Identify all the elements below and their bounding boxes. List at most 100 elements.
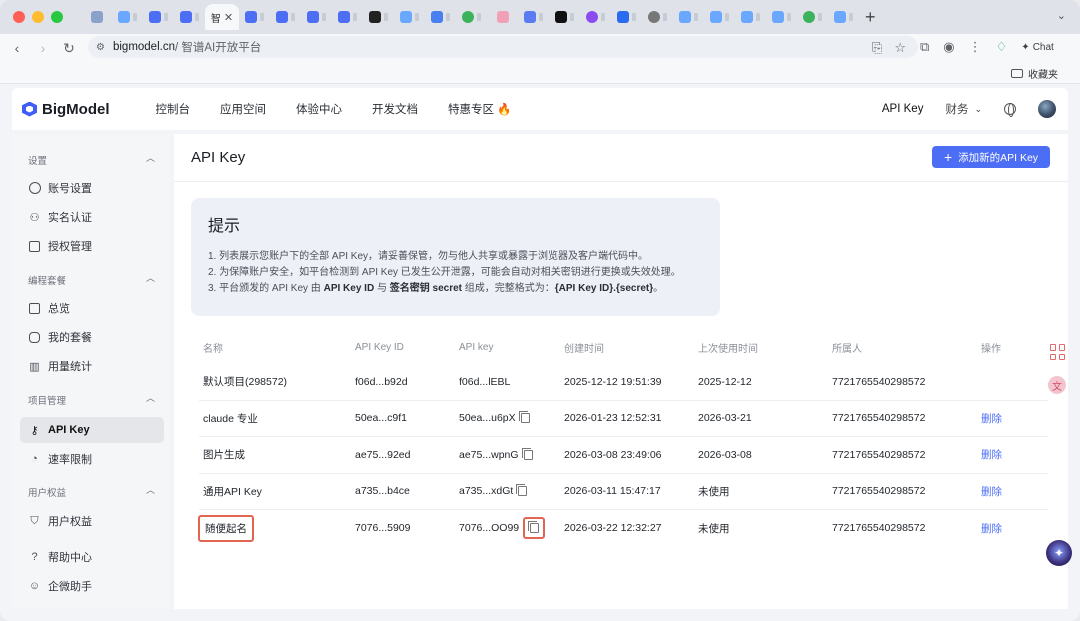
collapse-chevron-icon[interactable]: ︿ [146,151,155,164]
back-arrow-icon[interactable]: ‹ [4,40,30,56]
sidebar-item-benefits[interactable]: ⛉ 用户权益 [20,508,164,534]
sidebar-item-rate-limit[interactable]: ◔ 速率限制 [20,446,164,472]
nav-experience[interactable]: 体验中心 [296,101,342,117]
collapse-chevron-icon[interactable]: ︿ [146,483,155,496]
browser-tab[interactable] [363,4,394,30]
browser-tab[interactable] [487,4,518,30]
forward-arrow-icon[interactable]: › [30,40,56,56]
browser-tab[interactable] [332,4,363,30]
install-app-icon[interactable]: ⎘ [872,40,882,56]
browser-tab[interactable] [828,4,859,30]
close-tab-icon[interactable]: ✕ [224,11,233,24]
nav-docs[interactable]: 开发文档 [372,101,418,117]
sidebar-item-api-key[interactable]: ⚷ API Key [20,417,164,443]
browser-tab[interactable] [518,4,549,30]
reload-icon[interactable]: ↻ [56,40,82,57]
header-api-key-link[interactable]: API Key [882,103,924,115]
browser-tab[interactable] [394,4,425,30]
row-created: 2025-12-12 19:51:39 [564,375,662,388]
browser-tab[interactable] [174,4,205,30]
page-title: API Key [191,149,246,166]
tab-favicon-icon [369,11,381,23]
delete-link[interactable]: 删除 [981,510,1002,547]
delete-link[interactable]: 删除 [981,437,1002,473]
collapse-chevron-icon[interactable]: ︿ [146,271,155,284]
copy-icon[interactable] [521,447,533,460]
address-bar[interactable]: ⚙ bigmodel.cn / 智谱AI开放平台 ⎘ ☆ [88,36,918,58]
sidebar-item-label: 用户权益 [48,516,92,528]
browser-tab[interactable] [797,4,828,30]
column-header-created: 创建时间 [564,343,604,355]
browser-tab[interactable] [704,4,735,30]
row-last-used: 未使用 [698,485,730,498]
chat-button[interactable]: ✦ Chat [1021,42,1054,53]
lightbulb-icon[interactable]: ♢ [996,39,1008,55]
nav-deals[interactable]: 特惠专区 🔥 [448,101,512,117]
browser-tab[interactable] [642,4,673,30]
finance-menu[interactable]: 财务 ⌄ [945,101,982,117]
avatar[interactable] [1038,100,1056,118]
site-info-icon[interactable]: ⚙ [96,42,105,53]
copy-icon[interactable] [518,411,530,424]
new-tab-button[interactable]: + [865,7,876,28]
browser-tab[interactable] [673,4,704,30]
apps-grid-icon[interactable] [1050,344,1066,360]
ai-assistant-sparkle-icon[interactable]: ✦ [1046,540,1072,566]
browser-tab[interactable] [766,4,797,30]
browser-tab[interactable] [425,4,456,30]
tab-list-chevron-icon[interactable]: ⌄ [1057,9,1066,22]
active-browser-tab[interactable]: 智 ✕ [205,4,239,30]
browser-tab[interactable] [549,4,580,30]
browser-tab[interactable] [270,4,301,30]
row-owner: 7721765540298572 [832,448,926,461]
table-row: 通用API Key a735...b4ce a735...xdGt 2026-0… [199,474,1048,510]
bookmark-folder[interactable]: 收藏夹 [1011,66,1058,81]
browser-tab[interactable] [239,4,270,30]
close-window-button[interactable] [13,11,25,23]
tip-line-2: 2. 为保障账户安全，如平台检测到 API Key 已发生公开泄露，可能会自动对… [208,267,681,278]
sidebar-item-my-plan[interactable]: 我的套餐 [20,324,164,350]
browser-tab[interactable] [456,4,487,30]
row-api-key: 50ea...u6pX [459,412,516,425]
row-api-key: f06d...lEBL [459,375,511,388]
sidebar-item-account[interactable]: 账号设置 [20,175,164,201]
column-header-api-key: API key [459,341,494,353]
bookmark-star-icon[interactable]: ☆ [894,40,906,56]
sidebar-item-overview[interactable]: 总览 [20,295,164,321]
delete-link[interactable]: 删除 [981,474,1002,510]
translate-icon[interactable]: 文 [1048,376,1066,394]
sidebar-item-verification[interactable]: ⚇ 实名认证 [20,204,164,230]
browser-tab[interactable] [143,4,174,30]
copy-button-highlighted[interactable] [523,517,546,540]
tab-favicon-icon [524,11,536,23]
sidebar-item-wecom-assistant[interactable]: ☺ 企微助手 [20,573,164,599]
extensions-puzzle-icon[interactable]: ⧉ [920,39,929,55]
sidebar-item-help[interactable]: ? 帮助中心 [20,544,164,570]
collapse-chevron-icon[interactable]: ︿ [146,391,155,404]
sidebar-item-usage[interactable]: ▥ 用量统计 [20,353,164,379]
browser-tab[interactable] [112,4,143,30]
tab-favicon-icon [338,11,350,23]
row-name: 图片生成 [203,449,245,462]
copy-icon[interactable] [516,484,528,497]
tab-favicon-icon [149,11,161,23]
brand-logo[interactable]: BigModel [22,101,110,118]
profile-icon[interactable]: ◉ [943,39,954,55]
browser-tab[interactable] [580,4,611,30]
browser-tab[interactable] [301,4,332,30]
menu-dots-icon[interactable]: ⋮ [969,39,982,55]
browser-tab[interactable] [735,4,766,30]
bar-chart-icon: ▥ [29,360,40,373]
nav-app-space[interactable]: 应用空间 [220,101,266,117]
maximize-window-button[interactable] [51,11,63,23]
minimize-window-button[interactable] [32,11,44,23]
browser-tab[interactable] [81,4,112,30]
delete-link[interactable]: 删除 [981,401,1002,437]
browser-tab[interactable] [611,4,642,30]
bookmarks-bar: 收藏夹 [0,62,1080,84]
globe-icon[interactable] [1004,103,1016,117]
add-api-key-button[interactable]: + 添加新的API Key [932,146,1050,168]
sidebar-item-authorization[interactable]: 授权管理 [20,233,164,259]
tab-favicon-icon [431,11,443,23]
nav-console[interactable]: 控制台 [156,101,191,117]
